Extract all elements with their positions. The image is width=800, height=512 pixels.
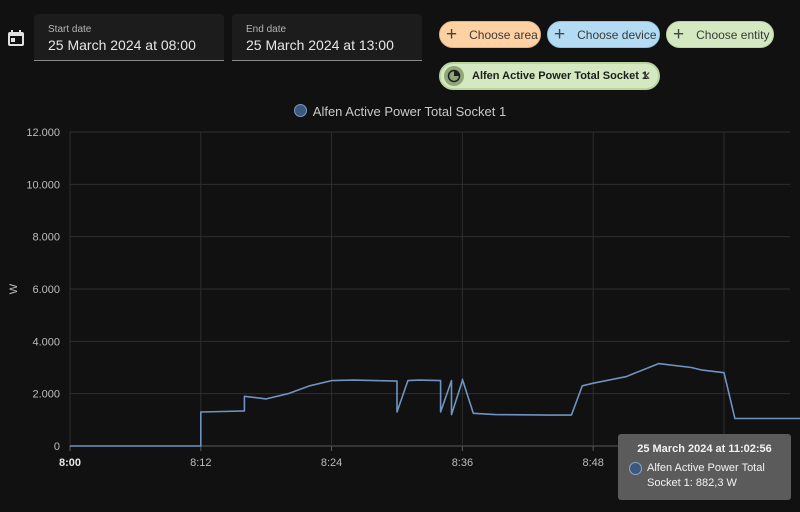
y-tick-label: 4.000 <box>32 336 60 348</box>
y-tick-label: 8.000 <box>32 232 60 244</box>
y-tick-label: 12.000 <box>26 127 60 139</box>
y-tick-label: 10.000 <box>26 179 60 191</box>
y-tick-label: 6.000 <box>32 284 60 296</box>
tooltip-value: Alfen Active Power Total Socket 1: 882,3… <box>647 462 765 489</box>
y-tick-label: 0 <box>54 441 60 453</box>
y-tick-label: 2.000 <box>32 389 60 401</box>
x-tick-label: 8:12 <box>190 457 211 469</box>
x-tick-label: 8:36 <box>452 457 473 469</box>
chart-tooltip: 25 March 2024 at 11:02:56 Alfen Active P… <box>618 434 791 500</box>
y-axis-label: W <box>8 283 20 294</box>
x-tick-label: 8:24 <box>321 457 342 469</box>
tooltip-time: 25 March 2024 at 11:02:56 <box>637 443 772 455</box>
tooltip-series-dot <box>629 462 642 475</box>
x-tick-label: 8:00 <box>59 457 81 469</box>
x-tick-label: 8:48 <box>582 457 603 469</box>
series-line <box>70 362 800 447</box>
